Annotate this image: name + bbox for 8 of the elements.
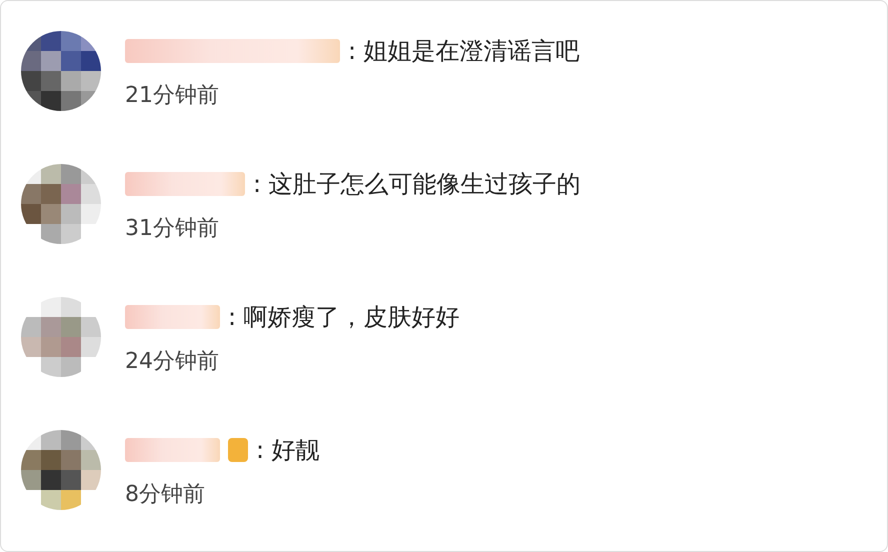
comment-text: : 好靓	[256, 438, 320, 462]
comment-text: : 姐姐是在澄清谣言吧	[348, 39, 580, 63]
comment-text: : 这肚子怎么可能像生过孩子的	[253, 172, 581, 196]
comment-text: : 啊娇瘦了，皮肤好好	[228, 305, 460, 329]
comment-time: 21分钟前	[125, 85, 220, 107]
comment-time: 8分钟前	[125, 484, 206, 506]
comment-time: 31分钟前	[125, 218, 220, 240]
comment-time: 24分钟前	[125, 351, 220, 373]
